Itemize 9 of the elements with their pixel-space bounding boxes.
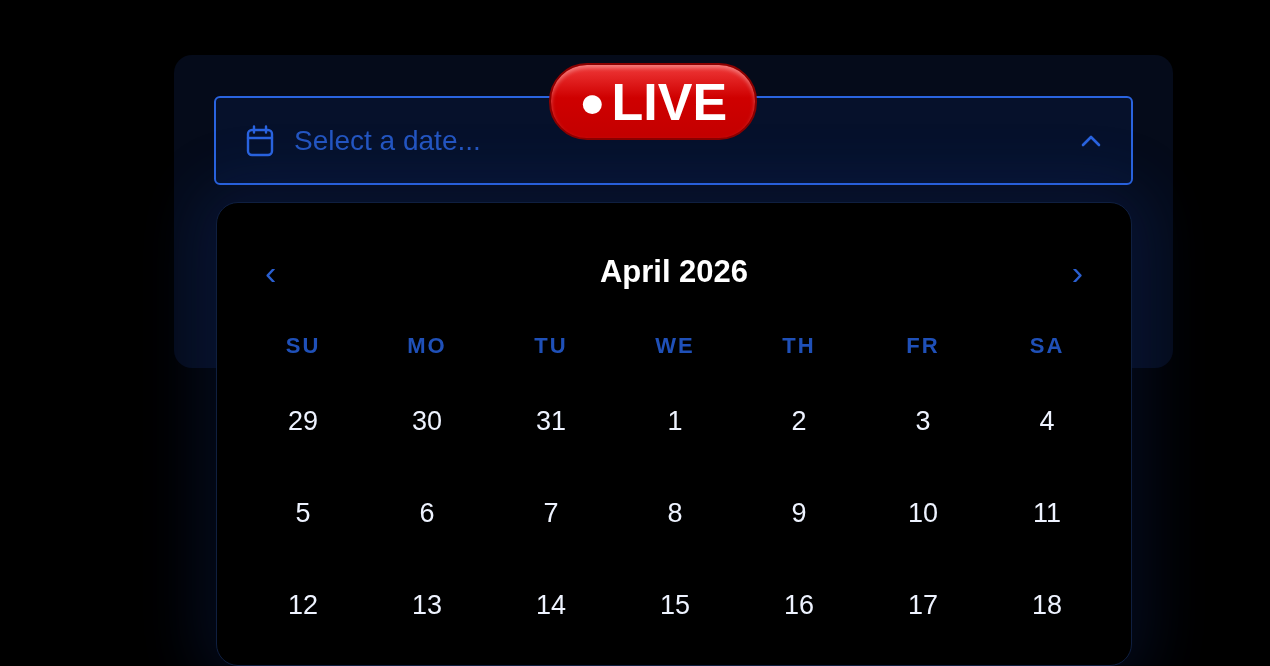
weekday-label: SA bbox=[1028, 332, 1066, 360]
weekday-label: MO bbox=[406, 332, 448, 360]
weekday-label: TH bbox=[781, 332, 817, 360]
live-badge-overlay: ●LIVE bbox=[549, 63, 757, 140]
weekday-label: WE bbox=[654, 332, 696, 360]
weekday-label: FR bbox=[905, 332, 941, 360]
weekday-label: SU bbox=[284, 332, 322, 360]
weekday-label: TU bbox=[533, 332, 569, 360]
month-title: April 2026 bbox=[599, 252, 749, 291]
